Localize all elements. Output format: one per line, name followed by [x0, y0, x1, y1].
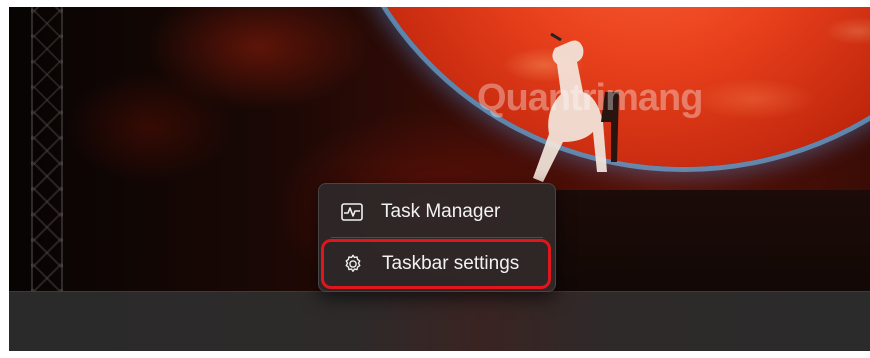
menu-item-label: Task Manager [381, 201, 501, 222]
task-manager-icon [341, 201, 363, 223]
watermark-text: Quantrimang [477, 77, 703, 119]
screenshot-frame: Quantrimang Task Manager Taskbar setting… [9, 7, 870, 351]
wallpaper-stage [554, 190, 870, 291]
taskbar-context-menu: Task Manager Taskbar settings [318, 183, 556, 292]
menu-item-task-manager[interactable]: Task Manager [323, 189, 551, 235]
gear-icon [342, 253, 364, 275]
menu-item-label: Taskbar settings [382, 253, 520, 274]
menu-item-taskbar-settings[interactable]: Taskbar settings [321, 239, 551, 289]
menu-divider [331, 237, 543, 238]
taskbar[interactable] [9, 291, 870, 351]
wallpaper-truss [31, 7, 63, 291]
